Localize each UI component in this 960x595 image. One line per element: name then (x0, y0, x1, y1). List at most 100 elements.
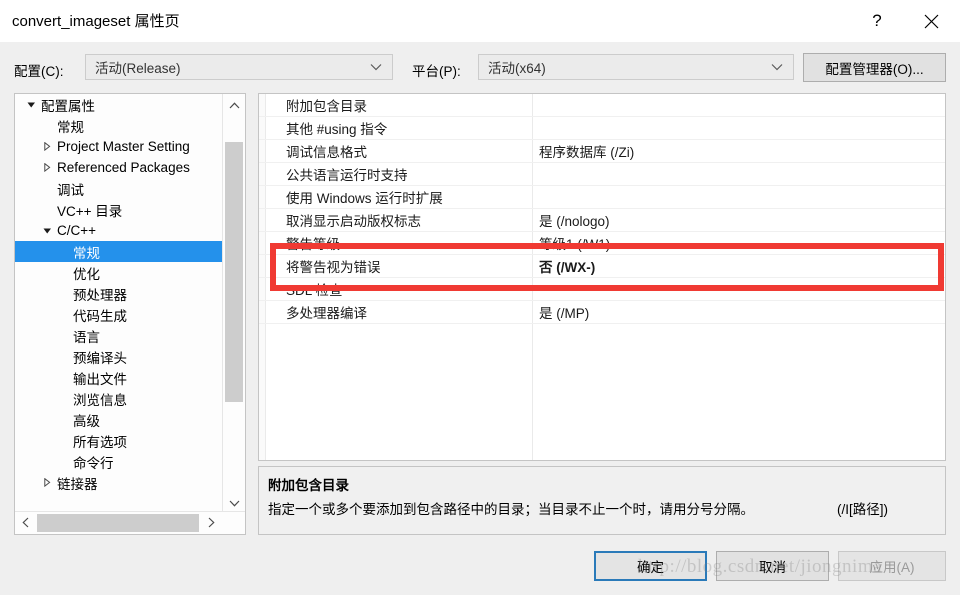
tree-item-label: 配置属性 (41, 98, 95, 114)
property-name: 附加包含目录 (286, 99, 367, 114)
property-value[interactable]: 是 (/nologo) (539, 210, 610, 230)
tree-item-label: 预编译头 (73, 350, 127, 366)
tree-item-6[interactable]: C/C++ (15, 220, 223, 241)
property-row[interactable]: SDL 检查 (259, 278, 945, 301)
ok-button[interactable]: 确定 (594, 551, 707, 581)
tree-item-1[interactable]: 常规 (15, 115, 223, 136)
description-title: 附加包含目录 (268, 478, 349, 493)
description-switch-hint: (/I[路径]) (837, 502, 888, 517)
tree-item-4[interactable]: 调试 (15, 178, 223, 199)
tree-item-10[interactable]: 代码生成 (15, 304, 223, 325)
tree-item-label: 调试 (57, 182, 84, 198)
close-button[interactable] (908, 0, 954, 42)
scroll-up-button[interactable] (223, 94, 245, 114)
tree-item-16[interactable]: 所有选项 (15, 430, 223, 451)
scrollbar-corner (223, 512, 245, 534)
tree-item-label: Project Master Setting (57, 139, 190, 154)
chevron-down-icon (771, 63, 783, 71)
property-name: 公共语言运行时支持 (286, 168, 408, 183)
property-row[interactable]: 取消显示启动版权标志 是 (/nologo) (259, 209, 945, 232)
configuration-combobox[interactable]: 活动(Release) (85, 54, 393, 80)
chevron-left-icon (21, 516, 29, 531)
tree-item-17[interactable]: 命令行 (15, 451, 223, 472)
settings-tree-panel: 配置属性常规 Project Master Setting Referenced P… (14, 93, 246, 535)
configuration-value: 活动(Release) (95, 61, 181, 76)
platform-combobox[interactable]: 活动(x64) (478, 54, 794, 80)
property-grid[interactable]: 附加包含目录其他 #using 指令 调试信息格式 程序数据库 (/Zi) 公共语言运… (258, 93, 946, 461)
triangle-right-icon[interactable] (39, 163, 55, 172)
property-name: 警告等级 (286, 237, 340, 252)
tree-item-13[interactable]: 输出文件 (15, 367, 223, 388)
property-name: SDL 检查 (286, 283, 343, 298)
property-row[interactable]: 警告等级 等级1 (/W1) (259, 232, 945, 255)
tree-item-8[interactable]: 优化 (15, 262, 223, 283)
property-value[interactable]: 是 (/MP) (539, 302, 589, 322)
property-name: 多处理器编译 (286, 306, 367, 321)
tree-item-12[interactable]: 预编译头 (15, 346, 223, 367)
property-name: 使用 Windows 运行时扩展 (286, 191, 443, 206)
configuration-label: 配置(C): (14, 64, 64, 79)
tree-item-label: 高级 (73, 413, 100, 429)
chevron-down-icon (370, 63, 382, 71)
property-value[interactable]: 否 (/WX-) (539, 256, 595, 276)
tree-item-label: 语言 (73, 329, 100, 345)
property-name: 取消显示启动版权标志 (286, 214, 421, 229)
property-row[interactable]: 公共语言运行时支持 (259, 163, 945, 186)
tree-item-label: 浏览信息 (73, 392, 127, 408)
property-value[interactable]: 等级1 (/W1) (539, 233, 610, 253)
triangle-down-icon[interactable] (23, 100, 39, 109)
tree-item-label: Referenced Packages (57, 160, 190, 175)
tree-item-18[interactable]: 链接器 (15, 472, 223, 493)
platform-value: 活动(x64) (488, 61, 546, 76)
triangle-right-icon[interactable] (39, 478, 55, 487)
chevron-right-icon (208, 516, 215, 531)
tree-item-11[interactable]: 语言 (15, 325, 223, 346)
help-button[interactable]: ? (854, 0, 900, 42)
settings-tree[interactable]: 配置属性常规 Project Master Setting Referenced P… (15, 94, 223, 512)
tree-scroll-thumb[interactable] (225, 142, 243, 402)
tree-item-label: 常规 (57, 119, 84, 135)
tree-horizontal-scrollbar[interactable] (15, 511, 245, 534)
scroll-down-button[interactable] (223, 492, 245, 512)
property-row[interactable]: 使用 Windows 运行时扩展 (259, 186, 945, 209)
property-row[interactable]: 其他 #using 指令 (259, 117, 945, 140)
cancel-button[interactable]: 取消 (716, 551, 829, 581)
triangle-right-icon[interactable] (39, 142, 55, 151)
scroll-left-button[interactable] (15, 513, 35, 533)
tree-item-label: 命令行 (73, 455, 114, 471)
property-row[interactable]: 多处理器编译 是 (/MP) (259, 301, 945, 324)
close-icon (924, 14, 939, 29)
property-name: 调试信息格式 (286, 145, 367, 160)
property-row[interactable]: 将警告视为错误 否 (/WX-) (259, 255, 945, 278)
tree-hscroll-thumb[interactable] (37, 514, 199, 532)
tree-item-15[interactable]: 高级 (15, 409, 223, 430)
configuration-manager-button[interactable]: 配置管理器(O)... (803, 53, 946, 82)
tree-item-label: 链接器 (57, 476, 98, 492)
tree-item-0[interactable]: 配置属性 (15, 94, 223, 115)
tree-item-9[interactable]: 预处理器 (15, 283, 223, 304)
scroll-right-button[interactable] (201, 513, 221, 533)
tree-item-label: 所有选项 (73, 434, 127, 450)
tree-item-label: VC++ 目录 (57, 203, 123, 219)
property-name: 其他 #using 指令 (286, 122, 388, 137)
tree-item-5[interactable]: VC++ 目录 (15, 199, 223, 220)
tree-item-3[interactable]: Referenced Packages (15, 157, 223, 178)
triangle-down-icon[interactable] (39, 226, 55, 235)
property-value[interactable]: 程序数据库 (/Zi) (539, 141, 634, 161)
property-name: 将警告视为错误 (286, 260, 381, 275)
description-panel: 附加包含目录 指定一个或多个要添加到包含路径中的目录；当目录不止一个时，请用分号… (258, 466, 946, 535)
tree-item-label: 输出文件 (73, 371, 127, 387)
tree-vertical-scrollbar[interactable] (222, 94, 245, 512)
tree-item-14[interactable]: 浏览信息 (15, 388, 223, 409)
tree-item-label: 预处理器 (73, 287, 127, 303)
property-row[interactable]: 调试信息格式 程序数据库 (/Zi) (259, 140, 945, 163)
chevron-up-icon (229, 97, 240, 112)
property-row[interactable]: 附加包含目录 (259, 94, 945, 117)
chevron-down-icon (229, 495, 240, 510)
tree-item-label: C/C++ (57, 223, 97, 238)
platform-label: 平台(P): (412, 64, 461, 79)
description-body: 指定一个或多个要添加到包含路径中的目录；当目录不止一个时，请用分号分隔。 (268, 502, 754, 517)
tree-item-7[interactable]: 常规 (15, 241, 223, 262)
tree-item-label: 常规 (73, 245, 100, 261)
tree-item-2[interactable]: Project Master Setting (15, 136, 223, 157)
